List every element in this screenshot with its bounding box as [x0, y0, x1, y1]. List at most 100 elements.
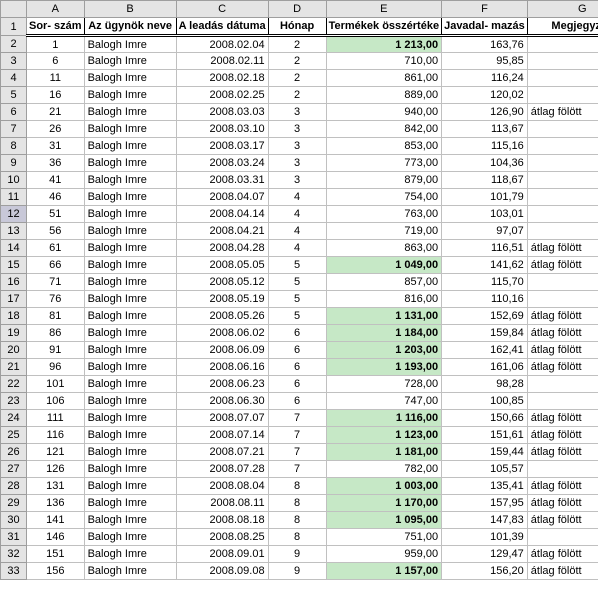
cell-ugynok[interactable]: Balogh Imre: [84, 274, 176, 291]
cell-honap[interactable]: 9: [268, 563, 326, 580]
cell-sorszam[interactable]: 96: [27, 359, 85, 376]
cell-datum[interactable]: 2008.03.10: [176, 121, 268, 138]
cell-megjegyzes[interactable]: [527, 291, 598, 308]
cell-datum[interactable]: 2008.03.17: [176, 138, 268, 155]
corner-cell[interactable]: [1, 1, 27, 18]
cell-ugynok[interactable]: Balogh Imre: [84, 563, 176, 580]
cell-ugynok[interactable]: Balogh Imre: [84, 291, 176, 308]
cell-sorszam[interactable]: 21: [27, 104, 85, 121]
cell-datum[interactable]: 2008.04.28: [176, 240, 268, 257]
cell-javadalmazas[interactable]: 97,07: [442, 223, 528, 240]
cell-honap[interactable]: 9: [268, 546, 326, 563]
cell-datum[interactable]: 2008.07.14: [176, 427, 268, 444]
cell-datum[interactable]: 2008.08.11: [176, 495, 268, 512]
cell-javadalmazas[interactable]: 159,44: [442, 444, 528, 461]
cell-honap[interactable]: 4: [268, 240, 326, 257]
row-header[interactable]: 24: [1, 410, 27, 427]
cell-osszertek[interactable]: 1 049,00: [326, 257, 441, 274]
cell-sorszam[interactable]: 106: [27, 393, 85, 410]
cell-osszertek[interactable]: 1 003,00: [326, 478, 441, 495]
cell-javadalmazas[interactable]: 101,79: [442, 189, 528, 206]
cell-osszertek[interactable]: 940,00: [326, 104, 441, 121]
cell-osszertek[interactable]: 747,00: [326, 393, 441, 410]
header-osszertek[interactable]: Termékek összértéke: [326, 18, 441, 36]
cell-javadalmazas[interactable]: 110,16: [442, 291, 528, 308]
cell-honap[interactable]: 4: [268, 189, 326, 206]
cell-javadalmazas[interactable]: 116,51: [442, 240, 528, 257]
header-datum[interactable]: A leadás dátuma: [176, 18, 268, 36]
cell-ugynok[interactable]: Balogh Imre: [84, 410, 176, 427]
cell-megjegyzes[interactable]: [527, 376, 598, 393]
cell-javadalmazas[interactable]: 135,41: [442, 478, 528, 495]
row-header[interactable]: 30: [1, 512, 27, 529]
cell-megjegyzes[interactable]: [527, 87, 598, 104]
cell-ugynok[interactable]: Balogh Imre: [84, 393, 176, 410]
cell-datum[interactable]: 2008.04.21: [176, 223, 268, 240]
cell-honap[interactable]: 5: [268, 257, 326, 274]
cell-datum[interactable]: 2008.03.31: [176, 172, 268, 189]
cell-honap[interactable]: 2: [268, 87, 326, 104]
row-header[interactable]: 3: [1, 53, 27, 70]
cell-ugynok[interactable]: Balogh Imre: [84, 223, 176, 240]
cell-ugynok[interactable]: Balogh Imre: [84, 359, 176, 376]
cell-osszertek[interactable]: 959,00: [326, 546, 441, 563]
cell-datum[interactable]: 2008.06.09: [176, 342, 268, 359]
cell-megjegyzes[interactable]: átlag fölött: [527, 104, 598, 121]
cell-sorszam[interactable]: 101: [27, 376, 85, 393]
header-ugynok[interactable]: Az ügynök neve: [84, 18, 176, 36]
row-header[interactable]: 4: [1, 70, 27, 87]
cell-megjegyzes[interactable]: átlag fölött: [527, 308, 598, 325]
cell-honap[interactable]: 2: [268, 36, 326, 53]
cell-ugynok[interactable]: Balogh Imre: [84, 257, 176, 274]
cell-honap[interactable]: 6: [268, 376, 326, 393]
cell-datum[interactable]: 2008.09.01: [176, 546, 268, 563]
cell-osszertek[interactable]: 863,00: [326, 240, 441, 257]
cell-sorszam[interactable]: 36: [27, 155, 85, 172]
cell-megjegyzes[interactable]: átlag fölött: [527, 257, 598, 274]
cell-datum[interactable]: 2008.04.07: [176, 189, 268, 206]
cell-sorszam[interactable]: 56: [27, 223, 85, 240]
cell-ugynok[interactable]: Balogh Imre: [84, 478, 176, 495]
cell-javadalmazas[interactable]: 163,76: [442, 36, 528, 53]
cell-ugynok[interactable]: Balogh Imre: [84, 444, 176, 461]
cell-javadalmazas[interactable]: 126,90: [442, 104, 528, 121]
cell-ugynok[interactable]: Balogh Imre: [84, 308, 176, 325]
row-header[interactable]: 6: [1, 104, 27, 121]
cell-datum[interactable]: 2008.03.03: [176, 104, 268, 121]
cell-ugynok[interactable]: Balogh Imre: [84, 87, 176, 104]
cell-javadalmazas[interactable]: 101,39: [442, 529, 528, 546]
cell-javadalmazas[interactable]: 151,61: [442, 427, 528, 444]
cell-sorszam[interactable]: 16: [27, 87, 85, 104]
cell-datum[interactable]: 2008.08.04: [176, 478, 268, 495]
cell-sorszam[interactable]: 66: [27, 257, 85, 274]
cell-honap[interactable]: 5: [268, 274, 326, 291]
cell-datum[interactable]: 2008.05.26: [176, 308, 268, 325]
cell-osszertek[interactable]: 763,00: [326, 206, 441, 223]
cell-datum[interactable]: 2008.03.24: [176, 155, 268, 172]
cell-honap[interactable]: 8: [268, 512, 326, 529]
cell-osszertek[interactable]: 842,00: [326, 121, 441, 138]
cell-honap[interactable]: 5: [268, 308, 326, 325]
cell-honap[interactable]: 6: [268, 359, 326, 376]
col-header-B[interactable]: B: [84, 1, 176, 18]
row-header[interactable]: 7: [1, 121, 27, 138]
cell-osszertek[interactable]: 719,00: [326, 223, 441, 240]
header-javadalmazas[interactable]: Javadal- mazás: [442, 18, 528, 36]
cell-honap[interactable]: 8: [268, 529, 326, 546]
cell-sorszam[interactable]: 46: [27, 189, 85, 206]
cell-sorszam[interactable]: 11: [27, 70, 85, 87]
cell-ugynok[interactable]: Balogh Imre: [84, 104, 176, 121]
cell-javadalmazas[interactable]: 161,06: [442, 359, 528, 376]
row-header[interactable]: 14: [1, 240, 27, 257]
row-header-1[interactable]: 1: [1, 18, 27, 36]
cell-datum[interactable]: 2008.06.02: [176, 325, 268, 342]
row-header[interactable]: 11: [1, 189, 27, 206]
cell-sorszam[interactable]: 71: [27, 274, 85, 291]
cell-ugynok[interactable]: Balogh Imre: [84, 376, 176, 393]
cell-megjegyzes[interactable]: átlag fölött: [527, 359, 598, 376]
cell-sorszam[interactable]: 126: [27, 461, 85, 478]
cell-ugynok[interactable]: Balogh Imre: [84, 172, 176, 189]
cell-megjegyzes[interactable]: [527, 70, 598, 87]
row-header[interactable]: 33: [1, 563, 27, 580]
cell-javadalmazas[interactable]: 115,70: [442, 274, 528, 291]
